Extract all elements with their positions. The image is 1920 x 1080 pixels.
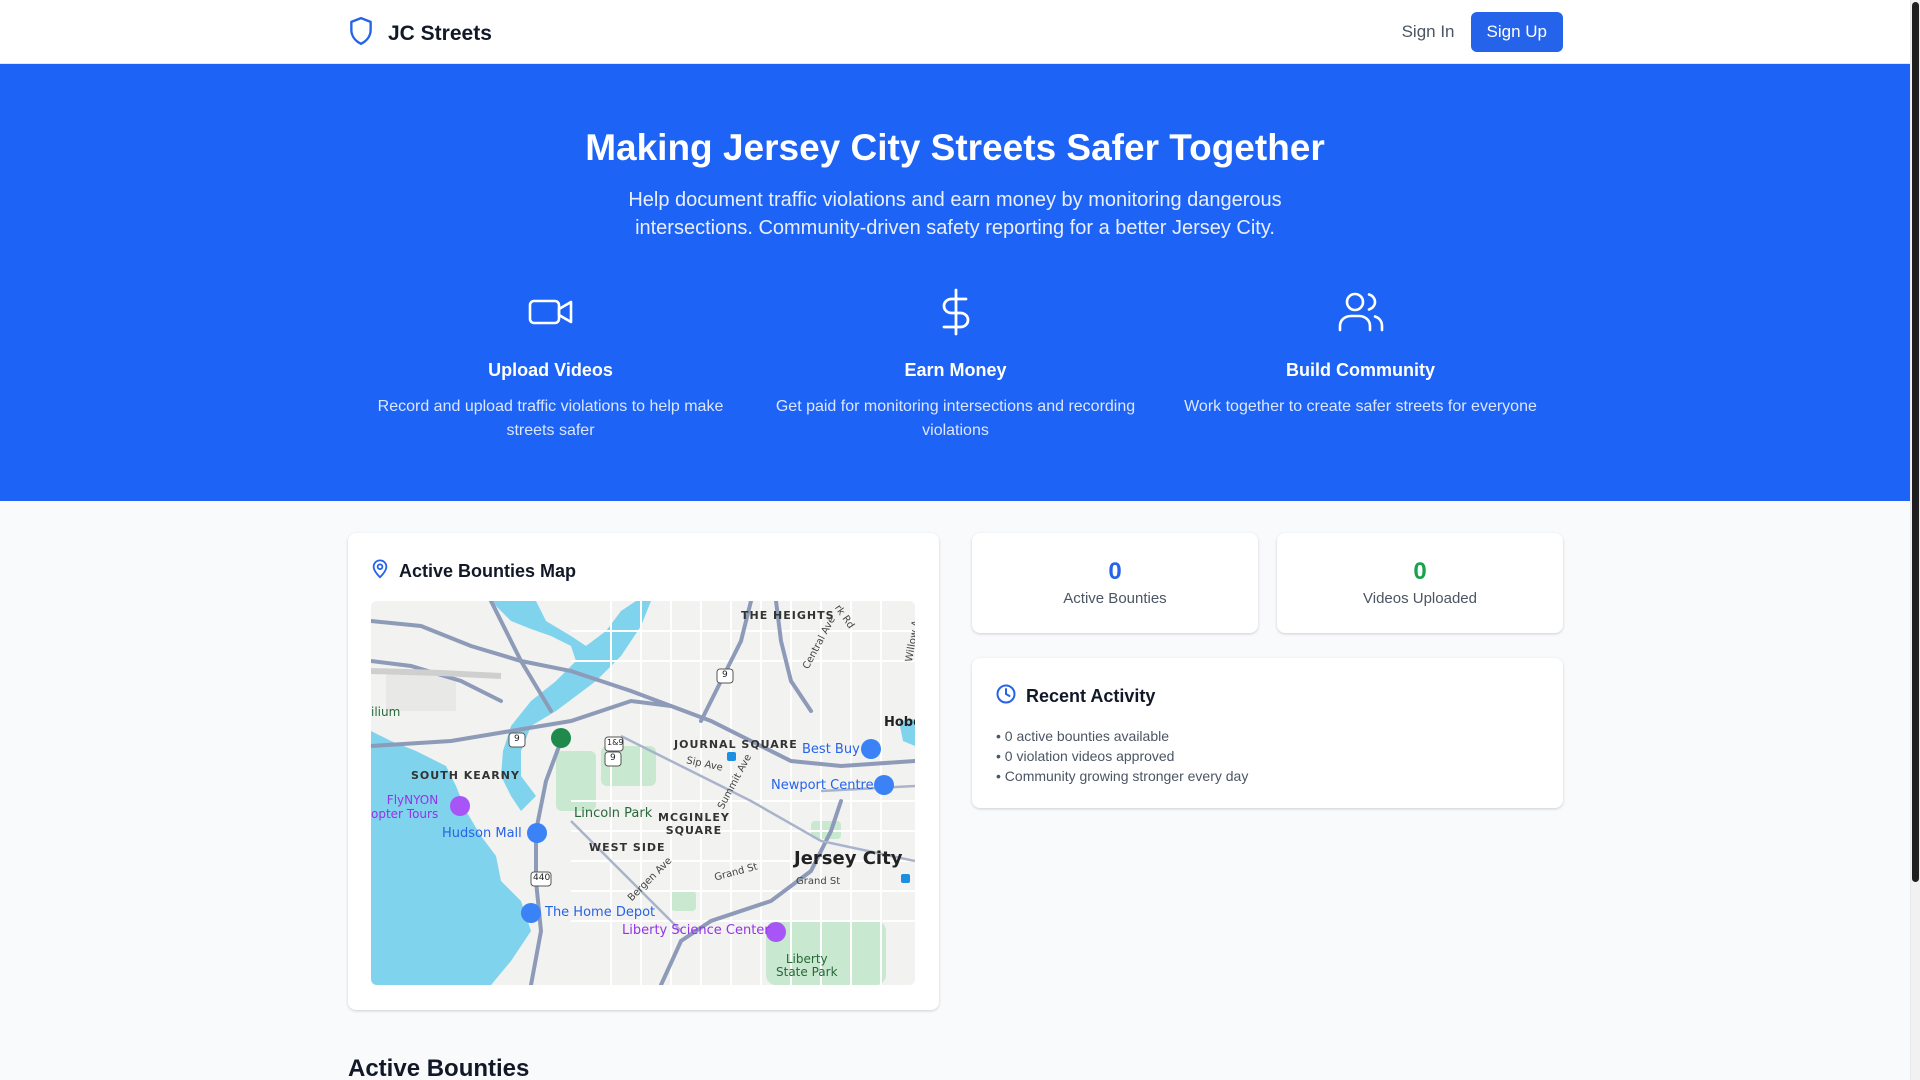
label-newport-centre: Newport Centre [771,778,874,793]
label-liberty-science-center: Liberty Science Center [622,923,770,938]
map-pin-icon [371,559,389,584]
label-west-side: WEST SIDE [589,841,666,854]
activity-card-header: Recent Activity [996,684,1155,709]
stat-value: 0 [1108,558,1122,585]
hero-section: Making Jersey City Streets Safer Togethe… [0,64,1910,501]
route-1-9-shield: 1&9 [607,738,624,747]
page-scrollbar[interactable] [1910,0,1920,1080]
feature-title: Upload Videos [488,360,613,380]
feature-list: Upload Videos Record and upload traffic … [348,286,1564,443]
stat-videos-uploaded: 0 Videos Uploaded [1277,533,1563,633]
recent-activity-card: Recent Activity • 0 active bounties avai… [972,658,1563,808]
label-the-heights: THE HEIGHTS [741,609,835,622]
label-best-buy: Best Buy [802,742,860,757]
route-9-shield: 9 [722,670,728,680]
feature-upload-videos: Upload Videos Record and upload traffic … [348,286,753,443]
feature-title: Earn Money [904,360,1007,380]
bounties-map[interactable]: THE HEIGHTS JOURNAL SQUARE SOUTH KEARNY … [371,601,915,985]
label-south-kearny: SOUTH KEARNY [411,769,520,782]
label-mcginley-square: MCGINLEY SQUARE [658,811,730,837]
hero-title: Making Jersey City Streets Safer Togethe… [585,127,1325,168]
brand-name: JC Streets [388,21,492,45]
active-bounties-heading: Active Bounties [348,1055,530,1080]
stat-value: 0 [1413,558,1427,585]
label-flynyon: FlyNYON opter Tours [371,793,439,821]
feature-title: Build Community [1286,360,1435,380]
video-icon [348,286,753,338]
users-icon [1158,286,1563,338]
bounties-map-card: Active Bounties Map THE HEIGHTS JOURNAL … [348,533,939,1010]
feature-desc: Record and upload traffic violations to … [377,398,724,439]
route-9-shield: 9 [514,734,520,744]
label-hobo: Hobo [884,715,915,730]
dollar-icon [753,286,1158,338]
feature-desc: Get paid for monitoring intersections an… [775,398,1136,439]
label-ilium: ilium [371,705,401,719]
label-grand-st-2: Grand St [796,876,841,887]
label-liberty-state-park: Liberty State Park [776,952,838,979]
sign-in-link[interactable]: Sign In [1402,22,1455,42]
activity-item: • 0 violation videos approved [996,748,1175,764]
label-lincoln-park: Lincoln Park [574,806,653,821]
map-card-title: Active Bounties Map [399,561,577,581]
scrollbar-thumb[interactable] [1912,2,1919,882]
hero-subtitle: Help document traffic violations and ear… [628,189,1282,239]
label-home-depot: The Home Depot [545,905,656,920]
feature-build-community: Build Community Work together to create … [1158,286,1563,443]
stat-label: Active Bounties [1063,590,1167,607]
activity-item: • 0 active bounties available [996,728,1170,744]
clock-icon [996,684,1016,709]
stat-active-bounties: 0 Active Bounties [972,533,1258,633]
sign-up-button[interactable]: Sign Up [1470,12,1563,52]
feature-desc: Work together to create safer streets fo… [1184,398,1537,415]
route-440-shield: 440 [533,873,551,883]
top-nav: JC Streets Sign In Sign Up [0,0,1910,64]
shield-icon [348,16,374,51]
feature-earn-money: Earn Money Get paid for monitoring inter… [753,286,1158,443]
brand[interactable]: JC Streets [348,16,492,51]
label-jersey-city: Jersey City [794,848,903,869]
activity-item: • Community growing stronger every day [996,768,1249,784]
label-journal-square: JOURNAL SQUARE [674,738,798,751]
stat-label: Videos Uploaded [1363,590,1477,607]
activity-card-title: Recent Activity [1026,686,1156,706]
activity-list: • 0 active bounties available • 0 violat… [996,726,1248,786]
label-hudson-mall: Hudson Mall [442,826,522,841]
map-card-header: Active Bounties Map [371,559,576,584]
route-9-shield: 9 [610,753,616,763]
